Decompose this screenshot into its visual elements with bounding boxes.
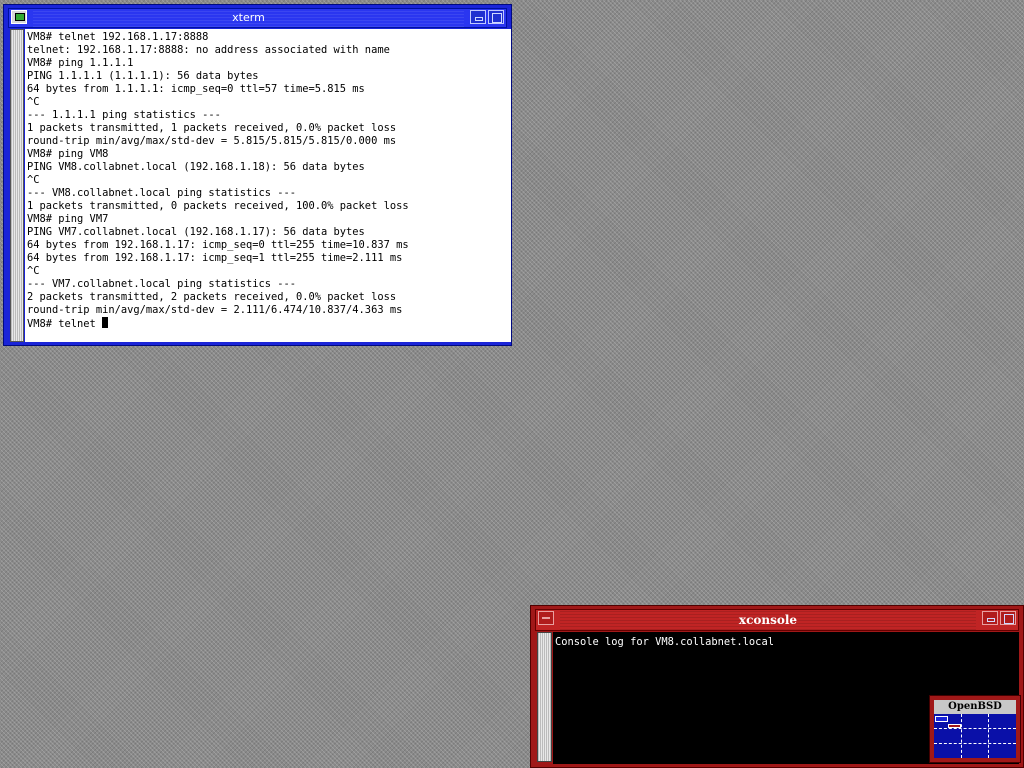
pager-title: OpenBSD [934, 700, 1016, 714]
pager-divider [988, 714, 989, 758]
terminal-line: --- VM8.collabnet.local ping statistics … [27, 187, 296, 199]
terminal-line: 64 bytes from 192.168.1.17: icmp_seq=0 t… [27, 239, 409, 251]
terminal-line: VM8# ping 1.1.1.1 [27, 57, 134, 69]
xterm-maximize-button[interactable] [488, 10, 504, 24]
terminal-icon [15, 13, 25, 21]
xconsole-window-menu-button[interactable] [538, 611, 554, 625]
terminal-line: PING VM7.collabnet.local (192.168.1.17):… [27, 226, 365, 238]
pager-desktop-grid[interactable] [934, 714, 1016, 758]
xconsole-scrollbar[interactable] [537, 632, 552, 762]
xterm-window[interactable]: xterm VM8# telnet 192.168.1.17:8888 teln… [3, 4, 512, 346]
text-cursor [102, 317, 109, 328]
xterm-title: xterm [33, 9, 464, 27]
pager-xterm-thumbnail[interactable] [935, 716, 948, 722]
xterm-titlebar[interactable]: xterm [8, 8, 507, 28]
console-log-text: Console log for VM8.collabnet.local [555, 636, 774, 648]
terminal-line: round-trip min/avg/max/std-dev = 2.111/6… [27, 304, 403, 316]
terminal-line: telnet: 192.168.1.17:8888: no address as… [27, 44, 390, 56]
terminal-line: 64 bytes from 1.1.1.1: icmp_seq=0 ttl=57… [27, 83, 365, 95]
desktop-pager[interactable]: OpenBSD [929, 695, 1021, 763]
xterm-minimize-button[interactable] [470, 10, 486, 24]
terminal-output: VM8# telnet 192.168.1.17:8888 telnet: 19… [27, 31, 409, 316]
terminal-line: 2 packets transmitted, 2 packets receive… [27, 291, 397, 303]
terminal-line: PING 1.1.1.1 (1.1.1.1): 56 data bytes [27, 70, 259, 82]
terminal-line: ^C [27, 265, 40, 277]
pager-divider [961, 714, 962, 758]
xconsole-titlebar[interactable]: xconsole [535, 609, 1019, 631]
terminal-line: round-trip min/avg/max/std-dev = 5.815/5… [27, 135, 397, 147]
terminal-line: ^C [27, 96, 40, 108]
xconsole-minimize-button[interactable] [982, 611, 998, 625]
terminal-line: VM8# ping VM8 [27, 148, 109, 160]
terminal-line: VM8# ping VM7 [27, 213, 109, 225]
xconsole-title: xconsole [560, 610, 976, 630]
terminal-line: VM8# telnet 192.168.1.17:8888 [27, 31, 209, 43]
terminal-line: 64 bytes from 192.168.1.17: icmp_seq=1 t… [27, 252, 403, 264]
terminal-line: 1 packets transmitted, 1 packets receive… [27, 122, 397, 134]
xterm-scrollbar[interactable] [10, 29, 24, 342]
terminal-line: --- 1.1.1.1 ping statistics --- [27, 109, 221, 121]
terminal-line: --- VM7.collabnet.local ping statistics … [27, 278, 296, 290]
terminal-area[interactable]: VM8# telnet 192.168.1.17:8888 telnet: 19… [25, 29, 511, 342]
terminal-line: 1 packets transmitted, 0 packets receive… [27, 200, 409, 212]
terminal-line: PING VM8.collabnet.local (192.168.1.18):… [27, 161, 365, 173]
terminal-prompt-line[interactable]: VM8# telnet [27, 318, 102, 330]
pager-xconsole-thumbnail[interactable] [948, 724, 961, 728]
pager-divider [934, 743, 1016, 744]
terminal-line: ^C [27, 174, 40, 186]
xterm-window-menu-button[interactable] [11, 10, 27, 24]
xconsole-maximize-button[interactable] [1000, 611, 1016, 625]
pager-divider [934, 728, 1016, 729]
